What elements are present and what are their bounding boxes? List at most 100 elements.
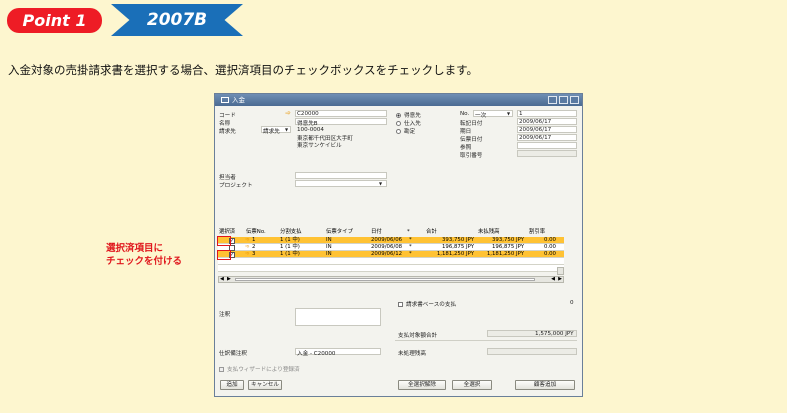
- remarks-label: 注釈: [219, 312, 231, 318]
- open-balance-field: [487, 348, 577, 355]
- project-label: プロジェクト: [219, 183, 253, 189]
- select-all-button[interactable]: 全選択: [452, 380, 492, 390]
- callout-line: チェックを付ける: [106, 256, 183, 267]
- window-controls: [548, 96, 579, 104]
- no-series-value: 一次: [475, 113, 487, 119]
- contact-label: 担当者: [219, 175, 236, 181]
- table-cell: 2: [252, 244, 256, 250]
- remarks-field[interactable]: [295, 308, 381, 326]
- table-cell: 1 (1 中): [280, 244, 300, 250]
- column-header: 日付: [371, 229, 382, 235]
- window-icon: [221, 97, 229, 103]
- table-cell: 1 (1 中): [280, 251, 300, 257]
- arrow-link-icon[interactable]: ➾: [285, 109, 291, 117]
- table-cell: IN: [326, 244, 332, 250]
- transaction-no-label: 取引番号: [460, 153, 483, 159]
- doc-date-label: 伝票日付: [460, 137, 483, 143]
- table-row-empty: [218, 265, 564, 272]
- table-row-empty: [218, 258, 564, 265]
- cancel-button[interactable]: キャンセル: [248, 380, 282, 390]
- table-cell: IN: [326, 251, 332, 257]
- table-cell: 2009/06/08: [371, 244, 403, 250]
- payment-means-button[interactable]: 顧客追加: [515, 380, 575, 390]
- table-cell: 2009/06/12: [371, 251, 403, 257]
- wizard-checkbox: 支払ウィザードにより登録済: [219, 365, 300, 373]
- add-button[interactable]: 追加: [220, 380, 244, 390]
- table-cell: *: [409, 244, 412, 250]
- table-cell: 0.00: [543, 251, 556, 257]
- highlight-box: [217, 236, 231, 246]
- doc-date-value: 2009/06/17: [519, 135, 552, 141]
- due-date-value: 2009/06/17: [519, 127, 552, 133]
- open-balance-label: 未処理残高: [398, 351, 426, 357]
- reference-label: 参照: [460, 145, 472, 151]
- grid-header: 選択済 伝票No. 分割支払 伝票タイプ 日付 * 合計 未払残高 割引率: [218, 229, 564, 236]
- point-badge: Point 1: [7, 8, 102, 33]
- address-line2: 東京サンケイビル: [297, 143, 342, 149]
- radio-account[interactable]: 勘定: [396, 127, 415, 135]
- table-cell: 1,181,250 JPY: [486, 251, 524, 257]
- table-row[interactable]: ➾ 2 1 (1 中) IN 2009/06/08 * 196,875 JPY 196,875…: [218, 244, 564, 251]
- table-cell: 1 (1 中): [280, 237, 300, 243]
- scroll-thumb[interactable]: [235, 278, 535, 281]
- window-titlebar[interactable]: 入金: [215, 94, 582, 106]
- arrow-link-icon[interactable]: ➾: [245, 251, 250, 258]
- billto-label: 請求先: [219, 129, 236, 135]
- table-cell: 3: [252, 251, 256, 257]
- project-field[interactable]: [295, 180, 387, 187]
- table-row[interactable]: ✓ ➾ 3 1 (1 中) IN 2009/06/12 * 1,181,250 JPY 1,18…: [218, 251, 564, 258]
- column-header: *: [407, 229, 410, 235]
- table-cell: 393,750 JPY: [491, 237, 524, 243]
- reference-field[interactable]: [517, 142, 577, 149]
- table-cell: 0.00: [543, 244, 556, 250]
- radio-customer[interactable]: 得意先: [396, 111, 421, 119]
- table-cell: 1,181,250 JPY: [436, 251, 474, 257]
- scroll-right-icon[interactable]: ▶: [227, 277, 231, 282]
- invoice-grid: 選択済 伝票No. 分割支払 伝票タイプ 日付 * 合計 未払残高 割引率 ✓ ➾…: [218, 229, 564, 286]
- due-date-label: 期日: [460, 129, 472, 135]
- scroll-right-icon[interactable]: ▶: [558, 277, 562, 282]
- arrow-link-icon[interactable]: ➾: [245, 237, 250, 244]
- chevron-down-icon: ▼: [507, 111, 511, 116]
- table-cell: IN: [326, 237, 332, 243]
- posting-date-value: 2009/06/17: [519, 119, 552, 125]
- table-cell: 0.00: [543, 237, 556, 243]
- column-header: 分割支払: [280, 229, 302, 235]
- table-cell: 196,875 JPY: [491, 244, 524, 250]
- journal-remarks-label: 仕訳備注釈: [219, 351, 247, 357]
- bill-payment-checkbox[interactable]: 請求書ベースの支払: [398, 300, 456, 308]
- close-icon[interactable]: [570, 96, 579, 104]
- radio-vendor[interactable]: 仕入先: [396, 119, 421, 127]
- bill-payment-value: 0: [570, 300, 574, 306]
- minimize-icon[interactable]: [548, 96, 557, 104]
- deselect-all-button[interactable]: 全選択解除: [398, 380, 446, 390]
- scroll-left-icon[interactable]: ◀: [551, 277, 555, 282]
- callout-text: 選択済項目に チェックを付ける: [106, 242, 182, 268]
- name-label: 名称: [219, 121, 231, 127]
- chevron-down-icon: ▼: [285, 127, 289, 132]
- amount-due-label: 支払対象額合計: [398, 333, 438, 339]
- divider: [395, 340, 577, 341]
- transaction-no-field: [517, 150, 577, 157]
- instruction-text: 入金対象の売掛請求書を選択する場合、選択済項目のチェックボックスをチェックします…: [8, 63, 478, 77]
- amount-due-value: 1,575,000 JPY: [535, 331, 574, 337]
- journal-remarks-value: 入金 - C20000: [297, 351, 336, 357]
- code-label: コード: [219, 113, 236, 119]
- table-cell: 196,875 JPY: [441, 244, 474, 250]
- billto-select-value: 請求先: [263, 129, 280, 135]
- contact-field[interactable]: [295, 172, 387, 179]
- horizontal-scrollbar[interactable]: ◀ ▶ ◀ ▶: [218, 276, 564, 283]
- vertical-scrollbar[interactable]: [557, 267, 564, 275]
- scroll-left-icon[interactable]: ◀: [220, 277, 224, 282]
- table-row[interactable]: ✓ ➾ 1 1 (1 中) IN 2009/06/06 * 393,750 JPY 393,75…: [218, 237, 564, 244]
- arrow-link-icon[interactable]: ➾: [245, 244, 250, 251]
- column-header: 未払残高: [478, 229, 500, 235]
- column-header: 割引率: [529, 229, 546, 235]
- column-header: 伝票タイプ: [326, 229, 353, 235]
- address-code: 100-0004: [297, 127, 324, 133]
- no-field[interactable]: [517, 110, 577, 117]
- table-cell: *: [409, 237, 412, 243]
- code-value: C20000: [297, 111, 319, 117]
- maximize-icon[interactable]: [559, 96, 568, 104]
- table-cell: 1: [252, 237, 256, 243]
